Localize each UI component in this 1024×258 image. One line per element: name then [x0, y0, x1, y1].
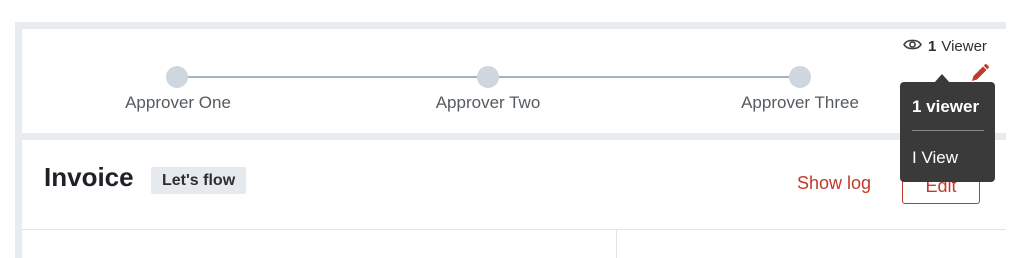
- step-label-approver-two: Approver Two: [435, 93, 541, 112]
- invoice-header-panel: [22, 140, 1006, 258]
- step-dot-approver-one: [166, 66, 188, 88]
- tooltip-divider: [912, 130, 984, 131]
- step-dot-approver-three: [789, 66, 811, 88]
- viewers-tooltip: 1 viewer I View: [900, 82, 995, 182]
- show-log-link[interactable]: Show log: [797, 173, 871, 194]
- viewer-label: Viewer: [941, 38, 987, 55]
- column-divider: [616, 229, 617, 258]
- invoice-title: Invoice: [44, 162, 134, 192]
- section-divider: [22, 229, 1006, 230]
- step-dot-approver-two: [477, 66, 499, 88]
- stepper-track: [498, 76, 790, 78]
- status-badge: Let's flow: [151, 167, 247, 194]
- step-label-approver-one: Approver One: [125, 93, 231, 112]
- step-label-approver-three: Approver Three: [741, 93, 859, 112]
- viewer-count: 1: [928, 38, 937, 55]
- viewer-indicator[interactable]: 1 Viewer: [903, 38, 987, 55]
- stepper-track: [188, 76, 478, 78]
- tooltip-viewer-item: I View: [912, 148, 958, 167]
- eye-icon: [903, 38, 928, 55]
- tooltip-title: 1 viewer: [912, 97, 980, 116]
